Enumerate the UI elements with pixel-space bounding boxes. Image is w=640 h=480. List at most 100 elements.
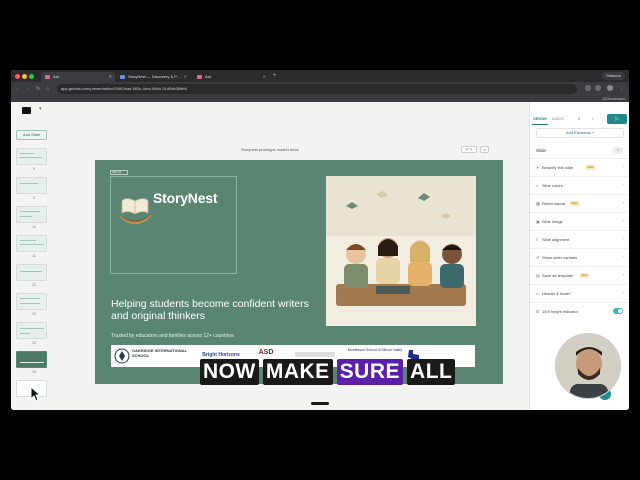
forward-icon[interactable]: →	[25, 84, 30, 94]
close-tab-icon[interactable]: ✕	[263, 72, 266, 82]
slide-thumbnail[interactable]	[16, 177, 47, 194]
slide-thumbnail[interactable]	[16, 264, 47, 281]
section-toggle-button[interactable]: ▭	[613, 147, 623, 154]
maximize-window-icon[interactable]	[29, 74, 34, 79]
favicon-icon	[197, 75, 202, 79]
remix-layout-row[interactable]: ▦ Remix layout New ›	[530, 194, 629, 211]
beautify-slide-row[interactable]: ✦ Beautify this slide New ›	[530, 158, 629, 175]
chevron-right-icon: ›	[622, 164, 624, 170]
chevron-right-icon: ›	[622, 200, 624, 206]
slide-thumbnail[interactable]	[16, 322, 47, 339]
slide-thumbnail-active[interactable]	[16, 351, 47, 368]
add-elements-label: Add Elements	[565, 130, 591, 135]
tab-label: Aai	[205, 74, 211, 79]
slide-colors-row[interactable]: ◐ Slide colors ›	[530, 176, 629, 193]
slide-number: 11	[32, 254, 36, 258]
partner-logo-placeholder	[295, 352, 335, 357]
height-indicator-toggle[interactable]	[613, 308, 623, 314]
partner-logo: OAKRIDGE INTERNATIONAL SCHOOL	[132, 348, 187, 358]
trusted-by-text[interactable]: Trusted by educators and families across…	[111, 333, 235, 339]
tab-design[interactable]: DESIGN	[532, 113, 548, 125]
undo-redo-button[interactable]: ↶↷	[461, 146, 477, 153]
slide-alignment-row[interactable]: ≡ Slide alignment ›	[530, 230, 629, 247]
close-tab-icon[interactable]: ✕	[184, 72, 187, 82]
close-window-icon[interactable]	[15, 74, 20, 79]
share-icon[interactable]: ⇪	[588, 113, 598, 125]
browser-menu-icon[interactable]: ⋮	[619, 84, 624, 94]
partner-logo: ASD	[258, 349, 274, 356]
chevron-right-icon: ›	[622, 272, 624, 278]
slide-number: 15	[32, 370, 36, 374]
align-icon: ≡	[536, 237, 539, 242]
slide-number: 8	[33, 167, 35, 171]
slide-number: 9	[33, 196, 35, 200]
add-elements-button[interactable]: Add Elements +	[536, 128, 624, 138]
row-label: Show older variants	[542, 255, 578, 260]
template-icon: ▤	[536, 273, 540, 278]
row-label: Slide alignment	[542, 237, 570, 242]
slide-thumbnail[interactable]	[16, 293, 47, 310]
new-badge: New	[570, 201, 580, 206]
partner-logo: Montessori School of Silicon Valley	[347, 348, 403, 352]
url-field[interactable]: app.getalai.com/presentation/03463eaa-56…	[57, 84, 577, 94]
tab-agent[interactable]: AGENT	[550, 113, 566, 125]
new-tab-icon[interactable]: +	[273, 71, 277, 81]
extensions-icon[interactable]	[585, 85, 591, 91]
favicon-icon	[120, 75, 125, 79]
chevron-right-icon: ›	[622, 218, 624, 224]
slide-thumbnail[interactable]	[16, 148, 47, 165]
home-icon[interactable]: ⌂	[46, 84, 49, 94]
slide-thumbnail[interactable]	[16, 206, 47, 223]
chevron-right-icon: ›	[622, 290, 624, 296]
row-label: Remix layout	[542, 201, 566, 206]
chevron-right-icon: ›	[622, 236, 624, 242]
present-button[interactable]: ▷	[607, 114, 627, 124]
presenter-webcam	[555, 333, 621, 399]
slide-thumbnail[interactable]	[16, 235, 47, 252]
older-variants-row[interactable]: ↺ Show older variants ›	[530, 248, 629, 265]
browser-tab-1[interactable]: Aai ✕	[41, 72, 115, 82]
app-logo[interactable]	[22, 107, 31, 114]
row-label: Save as template	[542, 273, 573, 278]
relaunch-button[interactable]: Relaunch	[602, 72, 625, 80]
partner-logo: Bright Horizons	[202, 352, 240, 358]
scroll-indicator	[311, 402, 329, 405]
add-slide-button[interactable]: Add Slide	[16, 130, 47, 140]
tab-label: StoryNest — Discovery & P…	[128, 74, 181, 79]
profile-avatar[interactable]	[607, 85, 613, 91]
reload-icon[interactable]: ↻	[36, 84, 40, 94]
back-icon[interactable]: ←	[15, 84, 20, 94]
slide-image-row[interactable]: ▣ Slide image ›	[530, 212, 629, 229]
image-icon: ▣	[536, 219, 540, 224]
row-label: Beautify this slide	[542, 165, 574, 170]
chevron-down-icon[interactable]: ▾	[39, 106, 42, 112]
brand-name: StoryNest	[153, 190, 218, 206]
slide-headline[interactable]: Helping students become confident writer…	[111, 298, 321, 322]
minimize-window-icon[interactable]	[22, 74, 27, 79]
slide-badge: Slide 15	[110, 170, 128, 175]
slide-sidebar: ▾ Add Slide 8 9 10 11 12 13 14 15	[11, 102, 57, 410]
header-footer-row[interactable]: ▭ Header & footer ›	[530, 284, 629, 301]
save-template-row[interactable]: ▤ Save as template New ›	[530, 266, 629, 283]
height-indicator-row: ⊟ 16:9 height indicator	[530, 302, 629, 319]
slide-canvas[interactable]: Slide 15 StoryNest Helping students beco…	[95, 160, 503, 384]
palette-icon: ◐	[536, 183, 539, 188]
address-bar-row: ← → ↻ ⌂ app.getalai.com/presentation/034…	[11, 82, 629, 96]
bookmark-star-icon[interactable]	[595, 85, 601, 91]
caption-word-highlighted: SURE	[336, 359, 404, 385]
deck-title: Storynest prototype master deck	[241, 147, 299, 152]
fullscreen-icon[interactable]: ▭	[480, 146, 489, 153]
slide-number: 12	[32, 283, 36, 287]
new-badge: New	[586, 165, 596, 170]
browser-tab-2[interactable]: StoryNest — Discovery & P… ✕	[116, 72, 190, 82]
new-badge: New	[580, 273, 590, 278]
layout-icon: ▦	[536, 201, 540, 206]
browser-tab-3[interactable]: Aai ✕	[193, 72, 269, 82]
sparkle-icon: ✦	[536, 165, 540, 170]
video-caption: NOW MAKE SURE ALL	[200, 359, 459, 385]
close-tab-icon[interactable]: ✕	[109, 72, 112, 82]
caption-word: ALL	[407, 359, 456, 385]
settings-icon[interactable]: ⚙	[574, 113, 584, 125]
plus-icon: +	[591, 130, 595, 135]
chevron-right-icon: ›	[622, 182, 624, 188]
